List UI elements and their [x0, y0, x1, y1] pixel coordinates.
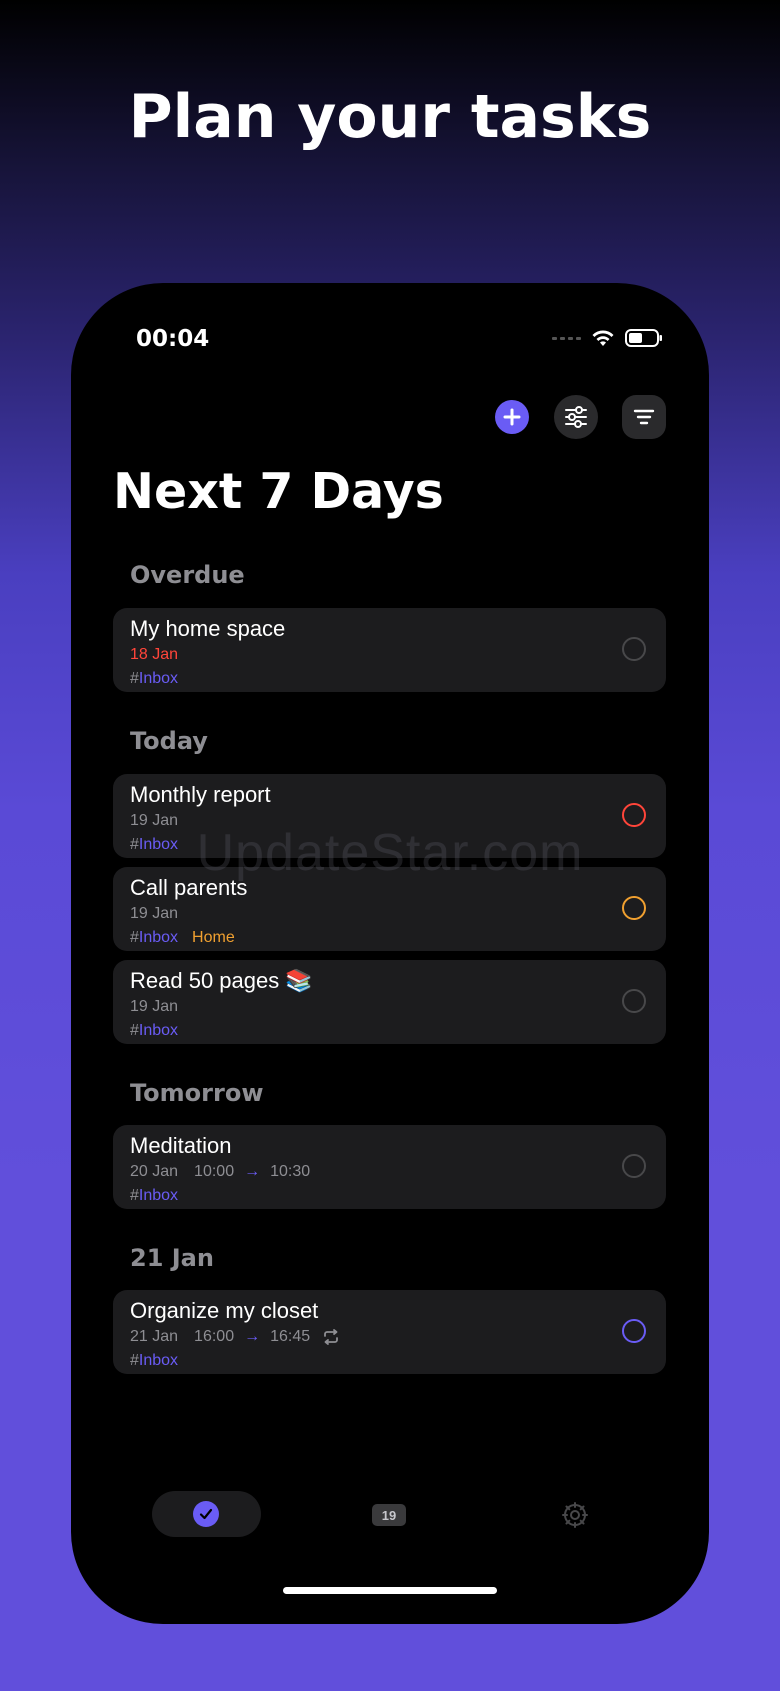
- home-indicator[interactable]: [283, 1587, 497, 1594]
- tag-hash: #: [130, 1022, 139, 1039]
- task-tags: #Inbox: [130, 1352, 178, 1370]
- task-complete-checkbox[interactable]: [622, 896, 646, 920]
- arrow-right-icon: →: [244, 1163, 261, 1180]
- phone-screen: 00:04 Next 7 Days Overdue My home space …: [71, 283, 709, 1624]
- task-date: 19 Jan: [130, 905, 178, 923]
- task-title: Meditation: [130, 1133, 232, 1158]
- tag-hash: #: [130, 929, 139, 946]
- sort-icon: [633, 409, 655, 425]
- task-title: Monthly report: [130, 782, 271, 807]
- task-date: 18 Jan: [130, 646, 178, 664]
- task-card[interactable]: Read 50 pages 📚 19 Jan #Inbox: [113, 960, 666, 1044]
- task-tags: #Inbox: [130, 1187, 178, 1205]
- task-title: Organize my closet: [130, 1298, 319, 1323]
- section-title-21-jan: 21 Jan: [130, 1244, 214, 1272]
- label-home[interactable]: Home: [192, 929, 235, 946]
- task-tags: #Inbox Home: [130, 929, 235, 947]
- add-task-button[interactable]: [495, 400, 529, 434]
- tag-hash: #: [130, 1352, 139, 1369]
- task-tags: #Inbox: [130, 1022, 178, 1040]
- page-title: Next 7 Days: [113, 463, 444, 520]
- wifi-icon: [592, 330, 614, 346]
- task-due-date: 21 Jan: [130, 1328, 179, 1345]
- add-icon: [503, 408, 521, 426]
- task-date: 21 Jan 16:00 → 16:45: [130, 1328, 340, 1346]
- section-title-overdue: Overdue: [130, 561, 245, 589]
- headline: Plan your tasks: [128, 82, 652, 152]
- tag-inbox[interactable]: Inbox: [139, 1352, 178, 1369]
- task-due-date: 20 Jan: [130, 1163, 179, 1180]
- section-title-tomorrow: Tomorrow: [130, 1079, 264, 1107]
- task-due-date: 18 Jan: [130, 646, 179, 663]
- status-time: 00:04: [136, 326, 210, 352]
- filter-button[interactable]: [554, 395, 598, 439]
- check-icon[interactable]: [193, 1501, 219, 1527]
- task-start-time: 16:00: [194, 1328, 235, 1345]
- task-title: Read 50 pages 📚: [130, 968, 313, 993]
- watermark: UpdateStar.com: [196, 824, 584, 882]
- task-tags: #Inbox: [130, 670, 178, 688]
- filter-sliders-icon: [565, 406, 587, 428]
- battery-icon: [625, 329, 662, 347]
- section-title-today: Today: [130, 727, 208, 755]
- task-date: 19 Jan: [130, 998, 178, 1016]
- task-complete-checkbox[interactable]: [622, 1319, 646, 1343]
- task-due-date: 19 Jan: [130, 905, 179, 922]
- task-title: My home space: [130, 616, 286, 641]
- tag-hash: #: [130, 670, 139, 687]
- task-card[interactable]: Meditation 20 Jan 10:00 → 10:30 #Inbox: [113, 1125, 666, 1209]
- tag-inbox[interactable]: Inbox: [139, 929, 178, 946]
- task-due-date: 19 Jan: [130, 998, 179, 1015]
- task-start-time: 10:00: [194, 1163, 235, 1180]
- settings-icon[interactable]: [561, 1501, 589, 1529]
- task-complete-checkbox[interactable]: [622, 1154, 646, 1178]
- task-card[interactable]: My home space 18 Jan #Inbox: [113, 608, 666, 692]
- arrow-right-icon: →: [244, 1328, 261, 1345]
- tag-hash: #: [130, 1187, 139, 1204]
- cellular-signal-icon: [552, 336, 581, 340]
- tag-inbox[interactable]: Inbox: [139, 1022, 178, 1039]
- task-card[interactable]: Organize my closet 21 Jan 16:00 → 16:45 …: [113, 1290, 666, 1374]
- tag-inbox[interactable]: Inbox: [139, 1187, 178, 1204]
- task-complete-checkbox[interactable]: [622, 637, 646, 661]
- tag-inbox[interactable]: Inbox: [139, 670, 178, 687]
- calendar-icon[interactable]: 19: [372, 1504, 406, 1526]
- task-end-time: 10:30: [270, 1163, 311, 1180]
- sort-button[interactable]: [622, 395, 666, 439]
- status-icons: [552, 328, 663, 348]
- task-end-time: 16:45: [270, 1328, 311, 1345]
- repeat-icon: [324, 1329, 339, 1345]
- task-date: 20 Jan 10:00 → 10:30: [130, 1163, 310, 1181]
- task-complete-checkbox[interactable]: [622, 989, 646, 1013]
